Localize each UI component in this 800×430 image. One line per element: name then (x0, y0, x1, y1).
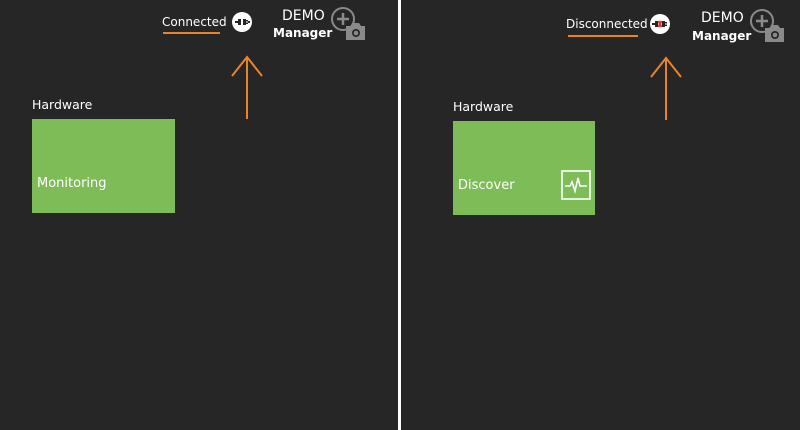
tile-monitoring[interactable]: Monitoring (32, 119, 175, 213)
status-underline (163, 32, 220, 34)
plug-disconnected-icon[interactable] (649, 13, 671, 35)
tile-label: Monitoring (37, 176, 107, 191)
app-subtitle: Manager (692, 29, 752, 43)
group-title: Hardware (453, 99, 514, 114)
add-photo-icon[interactable] (749, 8, 787, 46)
connection-status-label[interactable]: Connected (162, 15, 227, 29)
app-name: DEMO (282, 8, 325, 24)
status-underline (568, 35, 638, 37)
arrow-up-icon (650, 56, 682, 120)
plug-icon[interactable] (231, 11, 253, 33)
app-name: DEMO (701, 10, 744, 26)
app-subtitle: Manager (273, 26, 333, 40)
panel-connected: Connected DEMO Manager Hardware Monitori… (0, 0, 398, 430)
arrow-up-icon (231, 55, 263, 119)
panel-disconnected: Disconnected DEMO Manager Hardware Disco… (401, 0, 800, 430)
tile-discover[interactable]: Discover (453, 121, 595, 215)
tile-label: Discover (458, 178, 515, 193)
connection-status-label[interactable]: Disconnected (566, 17, 648, 31)
add-photo-icon[interactable] (330, 6, 368, 44)
group-title: Hardware (32, 97, 93, 112)
pulse-icon (561, 170, 591, 200)
